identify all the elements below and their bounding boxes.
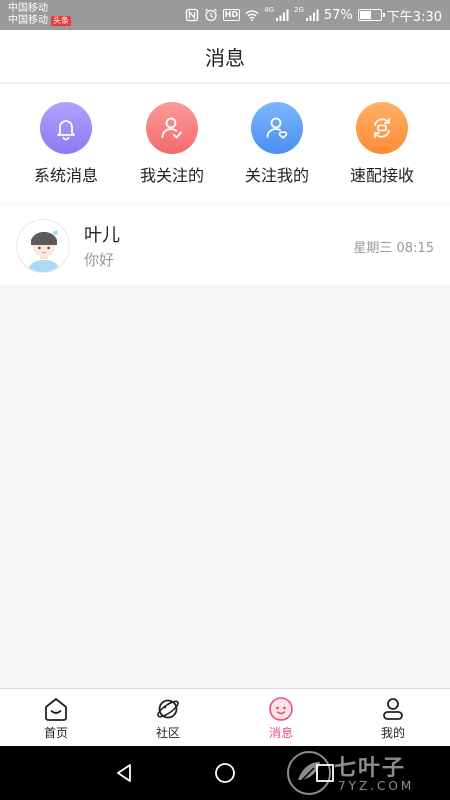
tab-label: 我的 [380,726,405,740]
tab-label: 社区 [155,726,180,740]
shortcut-label: 系统消息 [33,166,98,185]
followers-button[interactable]: 关注我的 [222,102,332,186]
bottom-tab-bar: 首页 社区 消息 我的 [0,688,450,746]
hd-voice-badge: HD [222,9,241,21]
avatar [16,219,70,273]
back-icon[interactable] [112,761,136,785]
home-icon [45,698,67,721]
following-button[interactable]: 我关注的 [117,102,227,186]
list-item[interactable]: 叶儿 你好 星期三 08:15 [0,205,450,285]
nfc-icon [185,8,198,22]
battery-icon [357,9,385,21]
news-app-badge: 头条 [51,16,71,26]
following-icon-circle [146,102,198,154]
watermark-url: 7YZ.COM [338,779,415,793]
alarm-icon [204,8,217,22]
bell-icon [57,120,75,141]
watermark-title: 七叶子 [334,756,407,781]
page-header: 消息 [0,30,450,83]
carrier-1: 中国移动 [8,3,48,14]
shortcut-label: 我关注的 [139,166,204,185]
tab-home[interactable]: 首页 [0,696,112,741]
quick-match-button[interactable]: 速配接收 [327,102,437,186]
signal-icon [276,9,289,21]
status-icons: HD 4G 2G 57% 下午3:30 [180,6,442,25]
message-time: 星期三 08:15 [353,241,434,256]
tab-messages[interactable]: 消息 [225,696,337,741]
shortcut-label: 关注我的 [244,166,309,185]
message-preview: 你好 [84,251,115,269]
system-messages-icon-circle [40,102,92,154]
tab-profile[interactable]: 我的 [337,696,449,741]
page-title: 消息 [205,46,245,70]
system-messages-button[interactable]: 系统消息 [11,102,121,186]
shortcut-label: 速配接收 [349,166,414,185]
planet-icon [157,699,179,719]
battery-level [359,11,371,19]
home-circle-icon[interactable] [213,761,237,785]
shortcut-grid: 系统消息 我关注的 关注我的 速配接收 [0,84,450,204]
system-nav-bar: 七叶子 7YZ.COM [0,746,450,800]
watermark: 七叶子 7YZ.COM [286,748,436,798]
battery-percent: 57% [323,7,353,23]
network-type-1: 4G [264,6,274,14]
tab-label: 首页 [43,726,68,740]
carrier-2: 中国移动 [8,15,48,26]
followers-icon-circle [251,102,303,154]
girl-avatar-icon [27,230,61,272]
profile-icon [383,698,403,720]
signal-icon [305,9,319,21]
user-check-icon [161,117,182,139]
message-list: 叶儿 你好 星期三 08:15 [0,205,450,285]
wifi-icon [245,10,259,22]
tab-community[interactable]: 社区 [112,696,224,741]
carrier-info: 中国移动 中国移动 头条 [8,3,71,27]
sender-name: 叶儿 [84,225,120,246]
swap-icon [374,118,390,138]
quick-match-icon-circle [356,102,408,154]
message-face-icon [269,697,293,721]
network-type-2: 2G [294,6,304,14]
status-bar: 中国移动 中国移动 头条 HD 4G 2G 57% 下午3:30 [0,0,450,30]
leaf-logo-icon [287,751,331,795]
clock: 下午3:30 [386,9,442,25]
tab-label: 消息 [268,726,293,740]
user-heart-icon [266,117,288,139]
